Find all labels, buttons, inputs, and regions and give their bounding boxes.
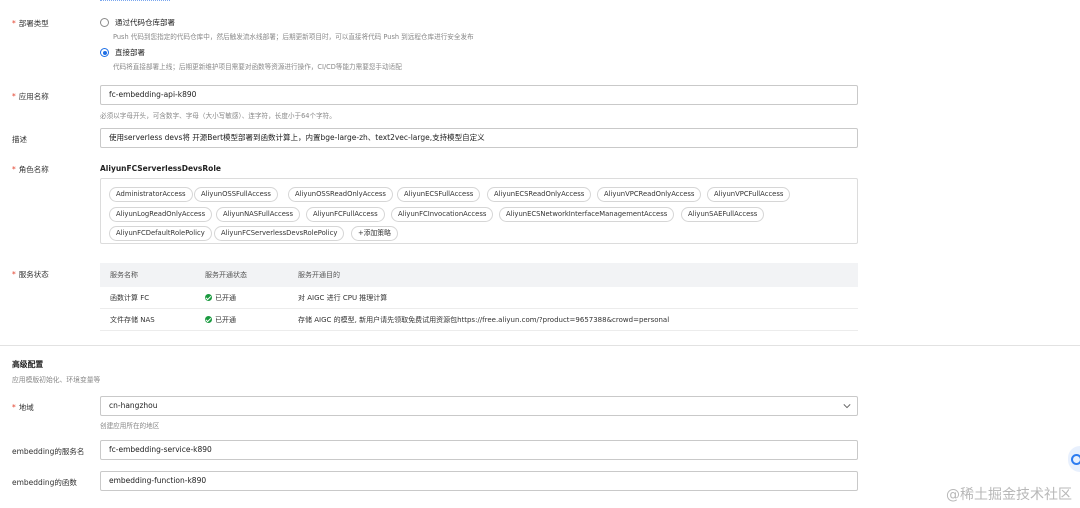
service-name-label: embedding的服务名 (12, 447, 85, 456)
region-label: * 地域 (12, 403, 34, 412)
policy-tag[interactable]: AliyunOSSFullAccess (194, 187, 278, 202)
service-name-cell: 文件存储 NAS (110, 316, 155, 324)
deploy-option-desc: Push 代码到您指定的代码仓库中，然后触发流水线部署；后期更新项目时，可以直接… (113, 33, 474, 41)
deploy-option-title: 直接部署 (115, 48, 145, 57)
help-float-button[interactable] (1068, 446, 1080, 472)
policy-tag[interactable]: AliyunVPCReadOnlyAccess (597, 187, 702, 202)
policy-tag[interactable]: AliyunECSFullAccess (397, 187, 481, 202)
watermark: @稀土掘金技术社区 (946, 487, 1072, 503)
radio-button[interactable] (100, 18, 109, 27)
check-circle-icon (205, 316, 212, 323)
column-header: 服务名称 (110, 271, 138, 279)
top-link-remnant (100, 0, 170, 3)
policy-tag[interactable]: AliyunECSReadOnlyAccess (487, 187, 592, 202)
service-purpose-cell: 存储 AIGC 的模型, 新用户请先领取免费试用资源包https://free.… (298, 316, 670, 324)
policy-tag[interactable]: AliyunLogReadOnlyAccess (109, 207, 213, 222)
description-input[interactable]: 使用serverless devs将 开源Bert模型部署到函数计算上，内置bg… (100, 128, 858, 148)
policy-tag[interactable]: AliyunOSSReadOnlyAccess (288, 187, 393, 202)
region-value: cn-hangzhou (109, 401, 158, 410)
region-help: 创建应用所在的地区 (100, 422, 160, 430)
section-divider (0, 345, 1080, 346)
deploy-option-title: 通过代码仓库部署 (115, 18, 175, 27)
table-row: 函数计算 FC 已开通 对 AIGC 进行 CPU 推理计算 (100, 287, 858, 309)
function-name-input[interactable]: embedding-function-k890 (100, 471, 858, 491)
policy-tag[interactable]: AliyunFCInvocationAccess (391, 207, 494, 222)
table-header: 服务名称 服务开通状态 服务开通目的 (100, 263, 858, 287)
policy-tag[interactable]: AdministratorAccess (109, 187, 193, 202)
policy-tag[interactable]: AliyunSAEFullAccess (681, 207, 765, 222)
deploy-option-desc: 代码将直接部署上线；后期更新维护项目需要对函数等资源进行操作，CI/CD等能力需… (113, 63, 402, 71)
service-status-cell: 已开通 (205, 309, 236, 331)
description-label: 描述 (12, 135, 27, 144)
region-select[interactable]: cn-hangzhou (100, 396, 858, 416)
advanced-section-title: 高级配置 (12, 360, 44, 369)
service-status-cell: 已开通 (205, 287, 236, 309)
add-policy-button[interactable]: +添加策略 (351, 226, 398, 241)
policy-tag[interactable]: AliyunVPCFullAccess (707, 187, 791, 202)
service-status-label: * 服务状态 (12, 270, 49, 279)
service-name-cell: 函数计算 FC (110, 294, 150, 302)
column-header: 服务开通状态 (205, 271, 247, 279)
advanced-section-subtitle: 应用模版初始化、环境变量等 (12, 376, 101, 384)
deploy-option-direct[interactable]: 直接部署 (100, 47, 145, 58)
check-circle-icon (205, 294, 212, 301)
radio-button-selected[interactable] (100, 48, 109, 57)
policy-box: AdministratorAccess AliyunOSSFullAccess … (100, 178, 858, 244)
policy-tag[interactable]: AliyunFCDefaultRolePolicy (109, 226, 212, 241)
table-row: 文件存储 NAS 已开通 存储 AIGC 的模型, 新用户请先领取免费试用资源包… (100, 309, 858, 331)
role-label: * 角色名称 (12, 165, 49, 174)
policy-tag[interactable]: AliyunNASFullAccess (216, 207, 301, 222)
deploy-option-repo[interactable]: 通过代码仓库部署 (100, 17, 175, 28)
function-name-label: embedding的函数 (12, 478, 77, 487)
service-purpose-cell: 对 AIGC 进行 CPU 推理计算 (298, 294, 388, 302)
deploy-type-label: * 部署类型 (12, 19, 49, 28)
app-name-label: * 应用名称 (12, 92, 49, 101)
policy-tag[interactable]: AliyunECSNetworkInterfaceManagementAcces… (499, 207, 675, 222)
column-header: 服务开通目的 (298, 271, 340, 279)
role-name: AliyunFCServerlessDevsRole (100, 164, 221, 173)
chevron-down-icon (843, 404, 851, 409)
app-name-help: 必须以字母开头，可含数字、字母（大小写敏感）、连字符，长度小于64个字符。 (100, 112, 336, 120)
policy-tag[interactable]: AliyunFCServerlessDevsRolePolicy (214, 226, 345, 241)
policy-tag[interactable]: AliyunFCFullAccess (306, 207, 385, 222)
service-name-input[interactable]: fc-embedding-service-k890 (100, 440, 858, 460)
app-name-input[interactable]: fc-embedding-api-k890 (100, 85, 858, 105)
